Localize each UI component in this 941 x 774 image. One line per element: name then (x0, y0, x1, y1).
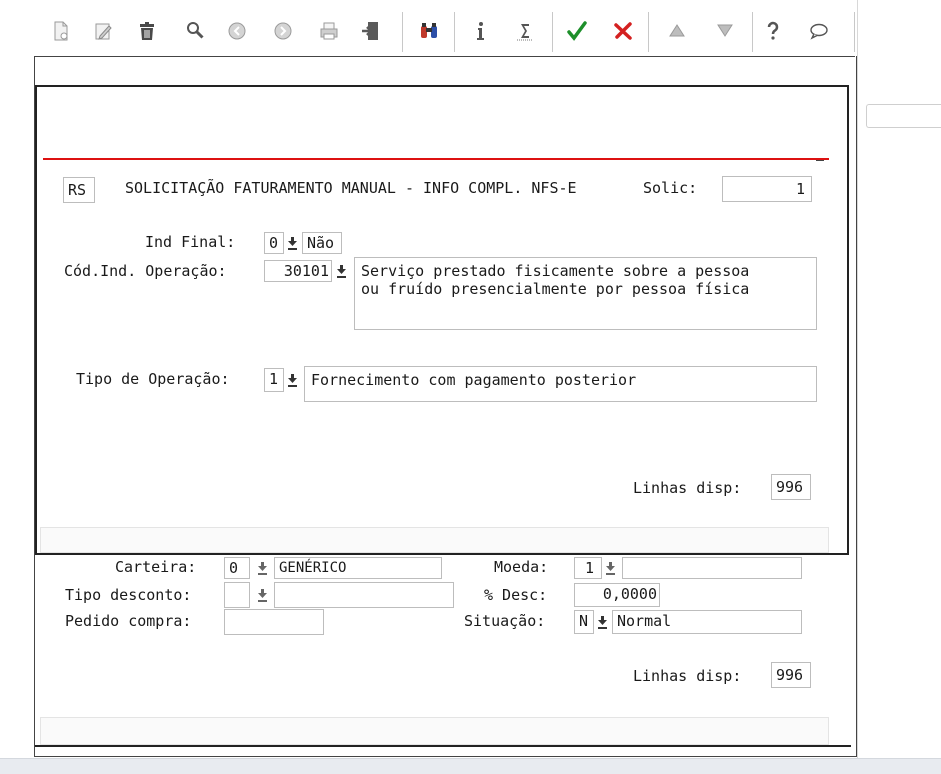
info-icon[interactable] (466, 8, 496, 54)
side-input[interactable] (866, 104, 941, 128)
exit-icon[interactable] (356, 8, 386, 54)
situacao-field[interactable]: N (574, 610, 594, 634)
solic-label: Solic: (643, 179, 698, 197)
next-icon[interactable] (268, 8, 298, 54)
cod-ind-dropdown-icon[interactable] (334, 261, 348, 281)
linhas-disp-value-lower: 996 (771, 662, 811, 688)
ind-final-field[interactable]: 0 (264, 232, 284, 254)
ind-final-label: Ind Final: (145, 233, 236, 251)
down-icon[interactable] (710, 8, 740, 54)
header-divider (43, 158, 829, 160)
moeda-label: Moeda: (494, 558, 549, 576)
situacao-label: Situação: (464, 612, 546, 630)
search-icon[interactable] (180, 8, 210, 54)
moeda-desc (622, 557, 802, 579)
tipo-operacao-desc: Fornecimento com pagamento posterior (304, 366, 817, 402)
find-binoculars-icon[interactable] (414, 8, 444, 54)
linhas-disp-value: 996 (771, 474, 811, 500)
confirm-icon[interactable] (562, 8, 592, 54)
carteira-field[interactable]: 0 (224, 557, 250, 579)
pedido-compra-field[interactable] (224, 609, 324, 635)
pct-desc-label: % Desc: (484, 586, 548, 604)
tipo-operacao-label: Tipo de Operação: (76, 370, 230, 388)
tipo-operacao-field[interactable]: 1 (264, 368, 284, 392)
taskbar (0, 758, 941, 774)
carteira-desc: GENÉRICO (274, 557, 442, 579)
up-icon[interactable] (662, 8, 692, 54)
comment-icon[interactable] (804, 8, 834, 54)
carteira-dropdown-icon[interactable] (255, 558, 269, 578)
divider (816, 160, 824, 161)
help-icon[interactable] (758, 8, 788, 54)
cod-ind-operacao-field[interactable]: 30101 (264, 260, 332, 282)
new-document-icon[interactable] (46, 8, 76, 54)
trash-icon[interactable] (132, 8, 162, 54)
divider (35, 745, 851, 747)
program-code: RS (63, 177, 95, 203)
tipo-desconto-dropdown-icon[interactable] (255, 585, 269, 605)
cod-ind-operacao-desc[interactable]: Serviço prestado fisicamente sobre a pes… (354, 257, 817, 330)
ind-final-dropdown-icon[interactable] (285, 233, 299, 253)
linhas-disp-label-lower: Linhas disp: (633, 667, 742, 685)
cancel-icon[interactable] (608, 8, 638, 54)
pct-desc-field[interactable]: 0,0000 (574, 583, 660, 607)
toolbar (34, 8, 855, 56)
sum-icon[interactable] (510, 8, 540, 54)
tipo-desconto-field[interactable] (224, 582, 250, 608)
moeda-dropdown-icon[interactable] (603, 558, 617, 578)
situacao-desc: Normal (612, 610, 802, 634)
pedido-compra-label: Pedido compra: (65, 612, 192, 630)
tipo-desconto-desc (274, 582, 454, 608)
cod-ind-operacao-label: Cód.Ind. Operação: (64, 262, 227, 280)
status-strip-lower (40, 717, 829, 745)
print-icon[interactable] (314, 8, 344, 54)
edit-icon[interactable] (88, 8, 118, 54)
tipo-desconto-label: Tipo desconto: (65, 586, 192, 604)
moeda-field[interactable]: 1 (574, 557, 602, 579)
status-strip (40, 527, 829, 553)
ind-final-desc: Não (302, 232, 342, 254)
tipo-operacao-dropdown-icon[interactable] (285, 370, 299, 390)
previous-icon[interactable] (222, 8, 252, 54)
page-title: SOLICITAÇÃO FATURAMENTO MANUAL - INFO CO… (125, 179, 577, 197)
carteira-label: Carteira: (115, 558, 197, 576)
linhas-disp-label: Linhas disp: (633, 479, 742, 497)
situacao-dropdown-icon[interactable] (595, 612, 609, 632)
solic-field[interactable]: 1 (722, 176, 812, 202)
